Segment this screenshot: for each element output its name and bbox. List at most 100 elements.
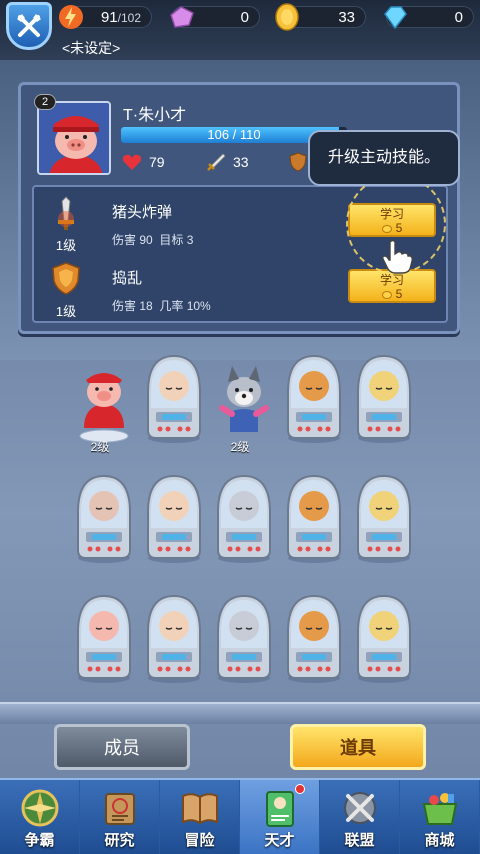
pig-hero-portrait-icon bbox=[39, 103, 109, 173]
shield-icon bbox=[52, 262, 80, 295]
skill-target: 几率 10% bbox=[159, 299, 211, 313]
nav-item-research[interactable]: 研究 bbox=[80, 780, 160, 854]
nav-item-talent[interactable]: 天才 bbox=[240, 780, 320, 854]
skill-damage: 伤害 90 bbox=[112, 233, 153, 247]
cat-capsule-icon bbox=[357, 474, 411, 563]
crystal-value: 0 bbox=[240, 9, 249, 26]
locked-capsule-husky[interactable] bbox=[212, 472, 276, 564]
locked-capsule-cat[interactable] bbox=[352, 352, 416, 444]
locked-capsule-fox[interactable] bbox=[282, 592, 346, 684]
skill-level: 1级 bbox=[55, 304, 77, 319]
locked-capsule-elder[interactable] bbox=[72, 472, 136, 564]
husky-capsule-icon bbox=[217, 594, 271, 683]
pink-crystal-icon bbox=[170, 6, 194, 28]
shield-icon bbox=[289, 152, 307, 172]
sword-icon bbox=[58, 196, 74, 230]
cat-capsule-icon bbox=[357, 594, 411, 683]
pig-capsule-icon bbox=[77, 594, 131, 683]
diamond-value: 0 bbox=[454, 9, 463, 26]
locked-capsule-human[interactable] bbox=[142, 472, 206, 564]
crossed-swords-icon bbox=[343, 792, 376, 824]
tutorial-tooltip: 升级主动技能。 bbox=[308, 130, 460, 186]
hero-name: T·朱小才 bbox=[123, 107, 187, 124]
learn-cost: 5 bbox=[395, 287, 403, 301]
pointing-hand-icon bbox=[382, 239, 413, 274]
hp-value: 79 bbox=[149, 154, 165, 170]
locked-capsule-human[interactable] bbox=[142, 352, 206, 444]
locked-capsule-husky[interactable] bbox=[212, 592, 276, 684]
nav-label: 争霸 bbox=[24, 832, 55, 849]
stamina-value: 91 bbox=[100, 9, 118, 26]
alliance-logo[interactable] bbox=[6, 2, 52, 50]
nav-label: 商城 bbox=[424, 832, 455, 849]
nav-label: 冒险 bbox=[184, 832, 215, 849]
nav-label: 研究 bbox=[104, 832, 135, 849]
research-icon bbox=[104, 793, 135, 825]
husky-level-label: 2级 bbox=[230, 440, 250, 454]
heart-icon bbox=[122, 154, 142, 170]
attack-stat: 33 bbox=[205, 151, 249, 173]
locked-capsule-fox[interactable] bbox=[282, 472, 346, 564]
bottom-rail bbox=[0, 702, 480, 724]
crossed-axes-icon bbox=[17, 14, 41, 37]
fox-capsule-icon bbox=[287, 594, 341, 683]
nav-item-shop[interactable]: 商城 bbox=[400, 780, 480, 854]
skill-description: 伤害 90 目标 3 bbox=[112, 231, 193, 248]
cat-capsule-icon bbox=[357, 354, 411, 443]
stamina-counter[interactable]: 91/102 bbox=[59, 5, 152, 29]
skill-level: 1级 bbox=[55, 238, 77, 253]
skill-name: 捣乱 bbox=[112, 270, 143, 287]
fox-capsule-icon bbox=[287, 354, 341, 443]
diamond-counter[interactable]: 0 bbox=[384, 6, 474, 30]
nav-item-adventure[interactable]: 冒险 bbox=[160, 780, 240, 854]
talent-card-icon bbox=[265, 791, 294, 827]
locked-capsule-fox[interactable] bbox=[282, 352, 346, 444]
sword-icon bbox=[207, 153, 226, 171]
lightning-icon bbox=[59, 5, 83, 29]
gold-coin-icon bbox=[275, 3, 299, 31]
husky-capsule-icon bbox=[219, 366, 269, 432]
nav-label: 天才 bbox=[264, 832, 295, 849]
skill-name: 猪头炸弹 bbox=[112, 204, 173, 221]
human-capsule-icon bbox=[147, 594, 201, 683]
roster-pig-hero[interactable] bbox=[72, 352, 136, 444]
nav-item-alliance[interactable]: 联盟 bbox=[320, 780, 400, 854]
stamina-max: /102 bbox=[117, 11, 141, 25]
elder-capsule-icon bbox=[77, 474, 131, 563]
pig-level-label: 2级 bbox=[90, 440, 110, 454]
human-capsule-icon bbox=[147, 474, 201, 563]
locked-capsule-cat[interactable] bbox=[352, 472, 416, 564]
members-button[interactable]: 成员 bbox=[54, 724, 190, 770]
gold-counter[interactable]: 33 bbox=[275, 3, 366, 31]
player-name-label[interactable]: <未设定> bbox=[62, 38, 120, 58]
bottom-nav: 争霸 研究 冒险 天才 联盟 商城 bbox=[0, 778, 480, 854]
items-button[interactable]: 道具 bbox=[290, 724, 426, 770]
crystal-counter[interactable]: 0 bbox=[170, 6, 260, 28]
gold-value: 33 bbox=[338, 9, 355, 26]
hp-stat: 79 bbox=[121, 151, 165, 173]
skill-damage: 伤害 18 bbox=[112, 299, 153, 313]
skill-description: 伤害 18 几率 10% bbox=[112, 297, 211, 314]
locked-capsule-cat[interactable] bbox=[352, 592, 416, 684]
roster-husky-hero[interactable] bbox=[212, 352, 276, 444]
locked-capsule-human[interactable] bbox=[142, 592, 206, 684]
learn-label: 学习 bbox=[379, 273, 404, 287]
book-icon bbox=[181, 793, 218, 825]
attack-value: 33 bbox=[233, 154, 249, 170]
fox-capsule-icon bbox=[287, 474, 341, 563]
compass-icon bbox=[21, 789, 58, 827]
top-resource-bar: 91/102 0 33 0 <未设定> bbox=[0, 0, 480, 60]
learn-skill-button[interactable]: 学习 5 bbox=[348, 269, 436, 303]
hero-level-badge: 2 bbox=[34, 94, 56, 110]
human-capsule-icon bbox=[147, 354, 201, 443]
gold-coin-icon bbox=[381, 290, 392, 299]
pig-capsule-icon bbox=[79, 373, 129, 443]
blue-diamond-icon bbox=[384, 6, 407, 30]
notification-badge bbox=[295, 784, 305, 794]
locked-capsule-pig[interactable] bbox=[72, 592, 136, 684]
skill-target: 目标 3 bbox=[159, 233, 194, 247]
shop-basket-icon bbox=[422, 793, 457, 825]
hero-avatar bbox=[37, 101, 111, 175]
nav-item-compete[interactable]: 争霸 bbox=[0, 780, 80, 854]
husky-capsule-icon bbox=[217, 474, 271, 563]
